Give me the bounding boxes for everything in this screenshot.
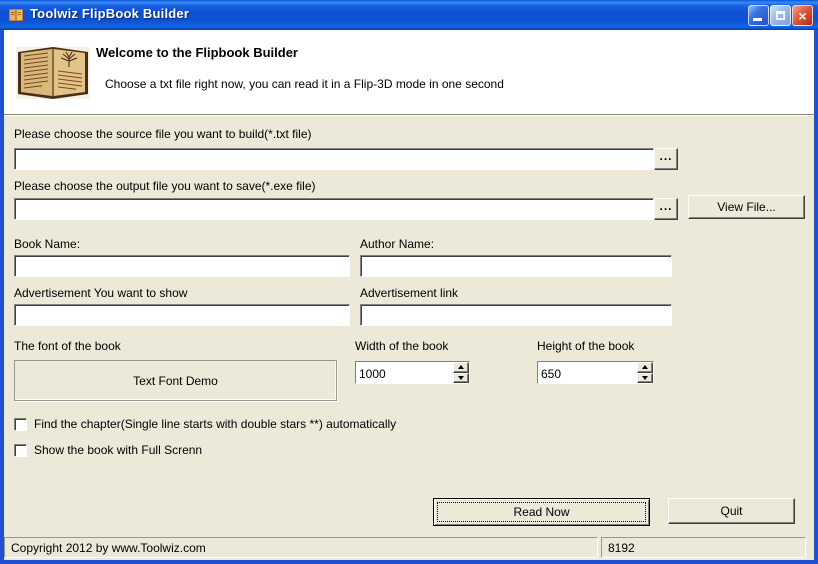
header-banner: Welcome to the Flipbook Builder Choose a…: [4, 30, 814, 116]
find-chapter-checkbox-row[interactable]: Find the chapter(Single line starts with…: [14, 417, 396, 431]
source-browse-button[interactable]: ...: [654, 148, 678, 170]
height-input[interactable]: [538, 362, 637, 383]
text-font-demo-button[interactable]: Text Font Demo: [14, 360, 337, 401]
welcome-title: Welcome to the Flipbook Builder: [96, 45, 298, 60]
width-label: Width of the book: [355, 339, 449, 353]
app-window: Toolwiz FlipBook Builder × Welcome to th…: [0, 0, 818, 564]
find-chapter-label: Find the chapter(Single line starts with…: [34, 417, 397, 431]
source-file-input[interactable]: [14, 148, 654, 170]
output-browse-button[interactable]: ...: [654, 198, 678, 220]
read-now-button[interactable]: Read Now: [433, 498, 650, 526]
output-file-input[interactable]: [14, 198, 654, 220]
book-name-label: Book Name:: [14, 237, 81, 251]
open-book-image: [16, 47, 90, 99]
close-button[interactable]: ×: [792, 5, 813, 26]
ad-show-input[interactable]: [14, 304, 350, 326]
minimize-icon: [753, 18, 762, 21]
author-name-input[interactable]: [360, 255, 672, 277]
up-arrow-icon: [642, 365, 648, 370]
maximize-button[interactable]: [770, 5, 791, 26]
height-up-button[interactable]: [637, 362, 653, 373]
width-down-button[interactable]: [453, 372, 469, 383]
statusbar-value: 8192: [601, 537, 806, 558]
statusbar-copyright: Copyright 2012 by www.Toolwiz.com: [4, 537, 598, 558]
height-label: Height of the book: [537, 339, 635, 353]
header-divider: [4, 114, 814, 116]
view-file-button[interactable]: View File...: [688, 195, 805, 219]
up-arrow-icon: [458, 365, 464, 370]
down-arrow-icon: [458, 375, 464, 380]
minimize-button[interactable]: [748, 5, 769, 26]
ad-link-label: Advertisement link: [360, 286, 459, 300]
height-down-button[interactable]: [637, 372, 653, 383]
width-spinner[interactable]: [355, 361, 470, 384]
author-name-label: Author Name:: [360, 237, 435, 251]
window-title: Toolwiz FlipBook Builder: [30, 6, 190, 21]
maximize-icon: [776, 11, 785, 20]
find-chapter-checkbox[interactable]: [14, 417, 27, 431]
dialog-body: Welcome to the Flipbook Builder Choose a…: [4, 30, 814, 560]
width-input[interactable]: [356, 362, 453, 383]
title-bar[interactable]: Toolwiz FlipBook Builder ×: [0, 0, 818, 30]
ad-show-label: Advertisement You want to show: [14, 286, 188, 300]
book-name-input[interactable]: [14, 255, 350, 277]
book-icon: [9, 9, 23, 21]
height-spinner[interactable]: [537, 361, 654, 384]
down-arrow-icon: [642, 375, 648, 380]
ad-link-input[interactable]: [360, 304, 672, 326]
output-file-label: Please choose the output file you want t…: [14, 179, 316, 193]
close-icon: ×: [798, 7, 807, 24]
fullscreen-checkbox-row[interactable]: Show the book with Full Screnn: [14, 443, 202, 457]
font-label: The font of the book: [14, 339, 121, 353]
source-file-label: Please choose the source file you want t…: [14, 127, 312, 141]
quit-button[interactable]: Quit: [668, 498, 795, 524]
welcome-subtitle: Choose a txt file right now, you can rea…: [105, 77, 504, 91]
fullscreen-checkbox[interactable]: [14, 443, 27, 457]
width-up-button[interactable]: [453, 362, 469, 373]
fullscreen-label: Show the book with Full Screnn: [34, 443, 203, 457]
